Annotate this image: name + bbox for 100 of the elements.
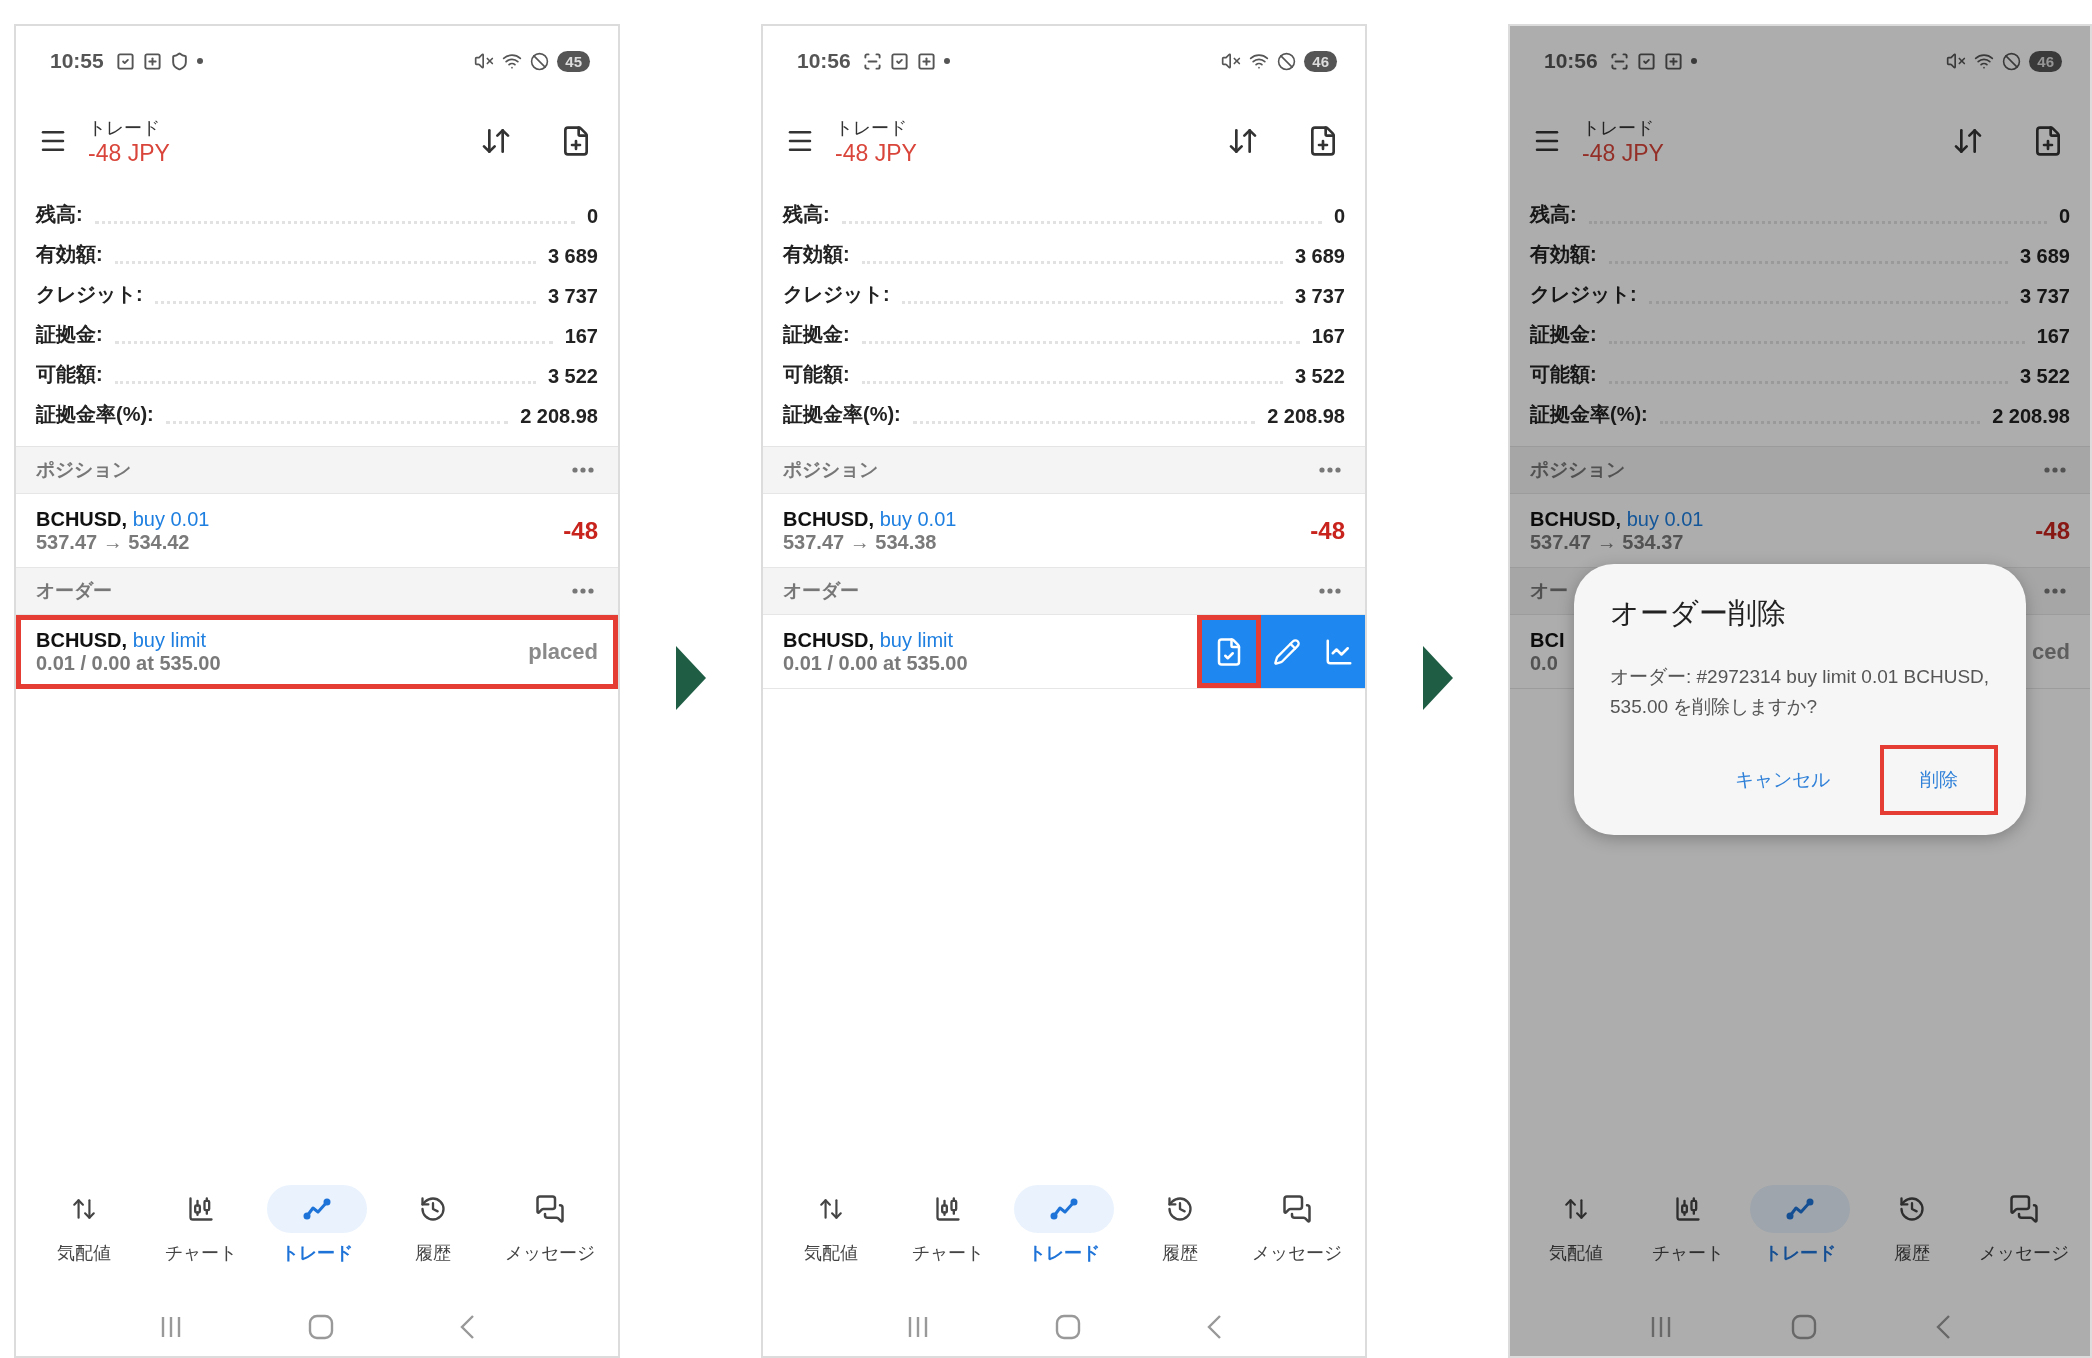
nav-tab[interactable]: トレード (1007, 1184, 1120, 1284)
checkbox-notification-icon (115, 51, 135, 71)
account-label: 証拠金: (36, 322, 103, 347)
order-symbol: BCHUSD, buy limit (36, 628, 208, 652)
edit-button[interactable] (1261, 615, 1313, 688)
account-value: 167 (2036, 325, 2070, 349)
account-label: 可能額: (36, 362, 103, 387)
checkbox-notification-icon (889, 51, 909, 71)
account-label: 証拠金率(%): (36, 402, 154, 427)
order-row[interactable]: BCHUSD, buy limit 0.01 / 0.00 at 535.00 (763, 615, 1365, 689)
account-value: 2 208.98 (1267, 405, 1345, 429)
account-label: 可能額: (1530, 362, 1597, 387)
nav-tab[interactable]: 気配値 (1520, 1184, 1632, 1284)
wifi-icon (502, 51, 523, 71)
order-state: placed (528, 638, 598, 665)
account-label: クレジット: (783, 282, 890, 307)
account-label: 有効額: (36, 242, 103, 267)
chart-button[interactable] (1313, 615, 1365, 688)
account-label: 可能額: (783, 362, 850, 387)
home-icon[interactable] (1791, 1314, 1817, 1340)
section-title: オーダー (783, 579, 859, 603)
status-time: 10:56 (1544, 49, 1598, 73)
nav-tab[interactable]: トレード (1744, 1184, 1856, 1284)
nav-tab[interactable]: 履歴 (1856, 1184, 1968, 1284)
messages-icon (534, 1194, 565, 1224)
position-profit: -48 (563, 516, 598, 545)
nav-tab[interactable]: トレード (260, 1184, 373, 1284)
battery-level: 46 (2029, 50, 2062, 72)
account-label: 証拠金: (783, 322, 850, 347)
nav-tab[interactable]: 気配値 (28, 1184, 141, 1284)
account-label: 残高: (36, 202, 83, 227)
nav-tab[interactable]: メッセージ (1968, 1184, 2080, 1284)
pencil-icon (1273, 637, 1301, 666)
wifi-icon (1249, 51, 1270, 71)
account-value: 3 522 (2019, 365, 2070, 389)
plus-notification-icon (142, 51, 162, 71)
account-value: 2 208.98 (1992, 405, 2070, 429)
order-detail: 0.0 (1530, 651, 1559, 675)
order-state: ced (2032, 638, 2070, 665)
nav-tab[interactable]: 気配値 (775, 1184, 888, 1284)
home-icon[interactable] (308, 1314, 334, 1340)
order-symbol: BCHUSD, buy limit (783, 628, 955, 652)
next-step-arrow-icon (1422, 646, 1453, 710)
mute-icon (1221, 51, 1242, 71)
more-icon (2044, 467, 2066, 473)
nav-tab[interactable]: 履歴 (377, 1184, 490, 1284)
dialog-button[interactable]: 削除 (1880, 744, 1998, 815)
trend-line-icon (1785, 1197, 1815, 1221)
more-icon (572, 588, 594, 594)
account-value: 3 689 (2019, 245, 2070, 269)
nav-tab[interactable]: メッセージ (493, 1184, 606, 1284)
account-label: 残高: (1530, 202, 1577, 227)
back-icon[interactable] (458, 1314, 476, 1340)
candlestick-icon (186, 1195, 215, 1223)
dialog-message: オーダー: #2972314 buy limit 0.01 BCHUSD, 535.00 を削除しますか? (1610, 665, 1991, 720)
dot-icon (943, 58, 950, 64)
messages-icon (2009, 1194, 2039, 1224)
mute-icon (1946, 51, 1967, 71)
account-value: 0 (2058, 205, 2070, 229)
order-row[interactable]: BCHUSD, buy limit 0.01 / 0.00 at 535.00 placed (16, 615, 618, 689)
screen-title: トレード (835, 116, 908, 140)
section-title: オーダー (36, 579, 112, 603)
candlestick-icon (933, 1195, 962, 1223)
account-value: 3 522 (547, 365, 598, 389)
account-value: 0 (586, 205, 598, 229)
back-icon[interactable] (1205, 1314, 1223, 1340)
arrows-up-down-icon (818, 1196, 845, 1222)
section-title: ポジション (783, 458, 878, 482)
dialog-button[interactable]: キャンセル (1695, 744, 1870, 815)
account-label: 証拠金率(%): (783, 402, 901, 427)
nav-tab[interactable]: メッセージ (1240, 1184, 1353, 1284)
account-label: 証拠金: (1530, 322, 1597, 347)
section-title: オー (1530, 579, 1568, 603)
account-label: クレジット: (1530, 282, 1637, 307)
next-step-arrow-icon (675, 646, 706, 710)
history-icon (1898, 1195, 1926, 1223)
nav-tab[interactable]: チャート (144, 1184, 257, 1284)
document-check-button[interactable] (1197, 615, 1261, 688)
account-value: 3 522 (1294, 365, 1345, 389)
checkbox-notification-icon (1636, 51, 1656, 71)
account-value: 167 (564, 325, 598, 349)
home-icon[interactable] (1055, 1314, 1081, 1340)
order-detail: 0.01 / 0.00 at 535.00 (783, 651, 969, 675)
screenshot-icon (1609, 51, 1629, 71)
shield-icon (169, 51, 189, 71)
account-value: 3 737 (1294, 285, 1345, 309)
account-label: 有効額: (1530, 242, 1597, 267)
order-symbol: BCI (1530, 628, 1566, 652)
position-symbol: BCHUSD, buy 0.01 (1530, 507, 1705, 531)
candlestick-icon (1674, 1195, 1702, 1223)
nav-tab[interactable]: チャート (891, 1184, 1004, 1284)
position-prices: 537.47 → 534.38 (783, 530, 938, 554)
account-label: 証拠金率(%): (1530, 402, 1648, 427)
account-label: クレジット: (36, 282, 143, 307)
section-title: ポジション (1530, 458, 1625, 482)
arrows-up-down-icon (71, 1196, 98, 1222)
nav-tab[interactable]: チャート (1632, 1184, 1744, 1284)
nav-tab[interactable]: 履歴 (1124, 1184, 1237, 1284)
more-icon (1319, 467, 1341, 473)
account-value: 0 (1333, 205, 1345, 229)
